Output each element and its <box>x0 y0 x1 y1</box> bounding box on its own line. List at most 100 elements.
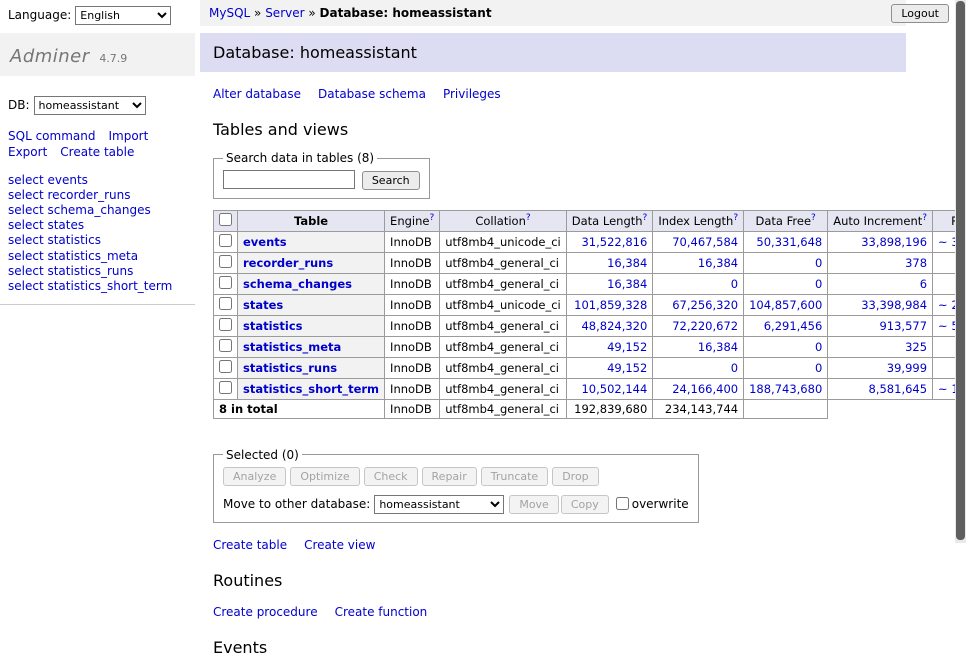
select-all-checkbox[interactable] <box>219 213 232 226</box>
truncate-button[interactable]: Truncate <box>481 467 548 486</box>
row-checkbox[interactable] <box>219 297 232 310</box>
data-free-link[interactable]: 0 <box>815 340 822 354</box>
table-link-recorder-runs[interactable]: recorder_runs <box>243 256 333 270</box>
sidebar-link-import[interactable]: Import <box>108 129 148 143</box>
nav-link-database-schema[interactable]: Database schema <box>318 87 426 101</box>
data-length-cell: 10,502,144 <box>566 378 653 399</box>
search-button[interactable]: Search <box>362 171 420 190</box>
index-length-cell: 24,166,400 <box>653 378 744 399</box>
index-length-link[interactable]: 0 <box>731 277 738 291</box>
sidebar-item-states[interactable]: select states <box>8 218 195 233</box>
data-length-link[interactable]: 31,522,816 <box>581 235 647 249</box>
table-link-states[interactable]: states <box>243 298 283 312</box>
move-db-select[interactable]: homeassistant <box>374 495 504 514</box>
index-length-link[interactable]: 16,384 <box>698 256 738 270</box>
row-checkbox[interactable] <box>219 234 232 247</box>
sidebar-item-schema-changes[interactable]: select schema_changes <box>8 203 195 218</box>
sidebar-link-create-table[interactable]: Create table <box>60 145 134 159</box>
column-hint-link[interactable]: ? <box>429 213 434 223</box>
auto-increment-link[interactable]: 39,999 <box>887 361 927 375</box>
data-length-link[interactable]: 48,824,320 <box>581 319 647 333</box>
row-checkbox[interactable] <box>219 381 232 394</box>
table-link-statistics-meta[interactable]: statistics_meta <box>243 340 341 354</box>
overwrite-checkbox[interactable] <box>616 497 629 510</box>
language-bar: Language:English <box>8 6 171 25</box>
data-length-link[interactable]: 49,152 <box>607 340 647 354</box>
table-name-cell: recorder_runs <box>238 252 385 273</box>
drop-button[interactable]: Drop <box>552 467 598 486</box>
db-select[interactable]: homeassistant <box>34 96 146 115</box>
logout-button[interactable]: Logout <box>891 4 949 23</box>
copy-button[interactable]: Copy <box>561 495 609 514</box>
table-link-schema-changes[interactable]: schema_changes <box>243 277 352 291</box>
auto-increment-link[interactable]: 8,581,645 <box>869 382 928 396</box>
column-hint-link[interactable]: ? <box>526 213 531 223</box>
data-length-link[interactable]: 16,384 <box>607 277 647 291</box>
search-input[interactable] <box>223 170 355 189</box>
index-length-link[interactable]: 0 <box>731 361 738 375</box>
data-free-link[interactable]: 0 <box>815 256 822 270</box>
row-checkbox[interactable] <box>219 318 232 331</box>
data-free-link[interactable]: 0 <box>815 361 822 375</box>
auto-increment-link[interactable]: 325 <box>905 340 927 354</box>
row-checkbox[interactable] <box>219 276 232 289</box>
optimize-button[interactable]: Optimize <box>290 467 359 486</box>
index-length-link[interactable]: 24,166,400 <box>672 382 738 396</box>
scrollbar-thumb[interactable] <box>956 1 965 540</box>
data-length-link[interactable]: 10,502,144 <box>581 382 647 396</box>
sidebar-item-events[interactable]: select events <box>8 173 195 188</box>
breadcrumb-link-server[interactable]: Server <box>265 6 304 20</box>
data-free-link[interactable]: 0 <box>815 277 822 291</box>
index-length-link[interactable]: 16,384 <box>698 340 738 354</box>
data-free-link[interactable]: 50,331,648 <box>756 235 822 249</box>
sidebar-link-sql-command[interactable]: SQL command <box>8 129 95 143</box>
selected-legend: Selected (0) <box>223 448 302 462</box>
column-hint-link[interactable]: ? <box>811 213 816 223</box>
sidebar-item-statistics[interactable]: select statistics <box>8 233 195 248</box>
index-length-link[interactable]: 67,256,320 <box>672 298 738 312</box>
analyze-button[interactable]: Analyze <box>223 467 286 486</box>
sidebar-actions-row: SQL command Import <box>8 129 195 143</box>
auto-increment-link[interactable]: 378 <box>905 256 927 270</box>
sidebar-item-recorder-runs[interactable]: select recorder_runs <box>8 188 195 203</box>
column-hint-link[interactable]: ? <box>733 213 738 223</box>
row-checkbox[interactable] <box>219 360 232 373</box>
table-link-statistics-runs[interactable]: statistics_runs <box>243 361 337 375</box>
auto-increment-link[interactable]: 33,898,196 <box>861 235 927 249</box>
sidebar-item-statistics-meta[interactable]: select statistics_meta <box>8 249 195 264</box>
sidebar-item-statistics-runs[interactable]: select statistics_runs <box>8 264 195 279</box>
index-length-link[interactable]: 72,220,672 <box>672 319 738 333</box>
language-select[interactable]: English <box>75 6 171 25</box>
auto-increment-link[interactable]: 913,577 <box>879 319 927 333</box>
data-free-link[interactable]: 6,291,456 <box>764 319 823 333</box>
data-length-link[interactable]: 101,859,328 <box>574 298 647 312</box>
scrollbar[interactable] <box>955 0 966 543</box>
auto-increment-link[interactable]: 33,398,984 <box>861 298 927 312</box>
sidebar-item-statistics-short-term[interactable]: select statistics_short_term <box>8 279 195 294</box>
table-link-statistics[interactable]: statistics <box>243 319 303 333</box>
row-checkbox[interactable] <box>219 255 232 268</box>
data-free-link[interactable]: 104,857,600 <box>749 298 822 312</box>
index-length-link[interactable]: 70,467,584 <box>672 235 738 249</box>
auto-increment-link[interactable]: 6 <box>920 277 927 291</box>
routine-link-create-procedure[interactable]: Create procedure <box>213 605 318 619</box>
create-link-create-table[interactable]: Create table <box>213 538 287 552</box>
data-length-link[interactable]: 16,384 <box>607 256 647 270</box>
sidebar-link-export[interactable]: Export <box>8 145 47 159</box>
data-length-link[interactable]: 49,152 <box>607 361 647 375</box>
row-checkbox[interactable] <box>219 339 232 352</box>
column-hint-link[interactable]: ? <box>643 213 648 223</box>
check-button[interactable]: Check <box>364 467 418 486</box>
create-link-create-view[interactable]: Create view <box>304 538 375 552</box>
table-link-statistics-short-term[interactable]: statistics_short_term <box>243 382 379 396</box>
table-link-events[interactable]: events <box>243 235 287 249</box>
breadcrumb-link-mysql[interactable]: MySQL <box>209 6 250 20</box>
move-button[interactable]: Move <box>509 495 559 514</box>
data-free-link[interactable]: 188,743,680 <box>749 382 822 396</box>
engine-cell: InnoDB <box>385 378 440 399</box>
routine-link-create-function[interactable]: Create function <box>335 605 428 619</box>
column-hint-link[interactable]: ? <box>922 213 927 223</box>
nav-link-privileges[interactable]: Privileges <box>443 87 501 101</box>
nav-link-alter-database[interactable]: Alter database <box>213 87 301 101</box>
repair-button[interactable]: Repair <box>422 467 477 486</box>
